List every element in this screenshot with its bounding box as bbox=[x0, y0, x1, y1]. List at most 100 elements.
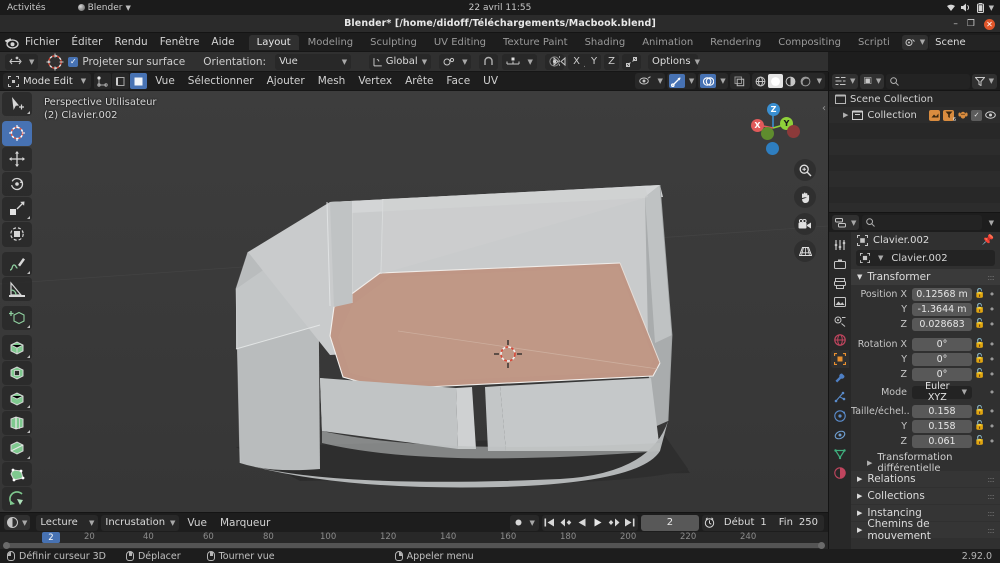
rotation-z-row[interactable]: Z 0° 🔓 • bbox=[851, 367, 1000, 381]
overlays-group[interactable]: ▼ bbox=[698, 73, 728, 89]
spin-tool[interactable] bbox=[2, 486, 32, 511]
timeline-menu-vue[interactable]: Vue bbox=[182, 517, 212, 529]
scale-y-row[interactable]: Y 0.158 🔓 • bbox=[851, 419, 1000, 433]
auto-keying-button[interactable]: ▼ bbox=[509, 514, 539, 531]
animate-dot-icon[interactable]: • bbox=[988, 318, 996, 331]
material-tab-icon[interactable] bbox=[831, 464, 849, 482]
face-select-button[interactable] bbox=[130, 73, 148, 89]
menu-rendu[interactable]: Rendu bbox=[108, 33, 153, 52]
lock-icon[interactable]: 🔓 bbox=[974, 304, 985, 314]
poly-build-tool[interactable] bbox=[2, 461, 32, 486]
animate-dot-icon[interactable]: • bbox=[988, 368, 996, 381]
bevel-tool[interactable] bbox=[2, 385, 32, 410]
animate-dot-icon[interactable]: • bbox=[988, 338, 996, 351]
lock-icon[interactable]: 🔓 bbox=[974, 436, 985, 446]
scale-z-value[interactable]: 0.061 bbox=[912, 434, 972, 448]
gizmo-axis-neg-y[interactable] bbox=[761, 127, 774, 140]
animate-dot-icon[interactable]: • bbox=[988, 420, 996, 433]
timeline-editor-type-icon[interactable]: ▼ bbox=[4, 515, 31, 530]
wireframe-shading-button[interactable] bbox=[753, 74, 768, 88]
play-reverse-icon[interactable] bbox=[574, 515, 590, 531]
animate-dot-icon[interactable]: • bbox=[988, 353, 996, 366]
window-controls[interactable]: – ❐ ✕ bbox=[953, 15, 995, 33]
rotation-x-value[interactable]: 0° bbox=[912, 337, 972, 351]
panel-collections[interactable]: ▶ Collections :::: bbox=[851, 488, 1000, 504]
lock-icon[interactable]: 🔓 bbox=[974, 406, 985, 416]
system-clock[interactable]: 22 avril 11:55 bbox=[0, 3, 1000, 13]
maximize-button[interactable]: ❐ bbox=[967, 19, 975, 29]
pivot-point-dropdown[interactable]: ▼ bbox=[439, 53, 472, 70]
visibility-dropdown[interactable]: ▼ bbox=[635, 73, 665, 89]
pan-hand-icon[interactable] bbox=[794, 186, 816, 208]
grid-ortho-icon[interactable] bbox=[794, 240, 816, 262]
active-tool-icon[interactable]: ▼ bbox=[5, 53, 39, 70]
lock-icon[interactable]: 🔓 bbox=[974, 289, 985, 299]
viewport-menu-arete[interactable]: Arête bbox=[400, 72, 438, 91]
gizmo-icon[interactable] bbox=[668, 74, 685, 88]
scale-y-value[interactable]: 0.158 bbox=[912, 419, 972, 433]
vertex-select-button[interactable] bbox=[94, 73, 112, 89]
animate-dot-icon[interactable]: • bbox=[988, 288, 996, 301]
move-tool[interactable] bbox=[2, 146, 32, 171]
position-x-row[interactable]: Position X 0.12568 m 🔓 • bbox=[851, 287, 1000, 301]
add-cube-tool[interactable] bbox=[2, 306, 32, 331]
chevron-down-icon[interactable]: ▼ bbox=[989, 219, 997, 227]
outliner-display-mode[interactable]: ▣ ▼ bbox=[860, 73, 885, 89]
viewport-3d[interactable]: Perspective Utilisateur (2) Clavier.002 … bbox=[0, 91, 828, 512]
mirror-icon[interactable] bbox=[553, 56, 566, 67]
overlay-icon[interactable] bbox=[700, 74, 717, 88]
tab-layout[interactable]: Layout bbox=[248, 34, 299, 50]
material-preview-button[interactable] bbox=[783, 74, 798, 88]
tab-compositing[interactable]: Compositing bbox=[770, 35, 849, 50]
select-mode-group[interactable] bbox=[94, 73, 148, 89]
viewport-menu-face[interactable]: Face bbox=[441, 72, 475, 91]
keying-dropdown[interactable]: Incrustation ▼ bbox=[101, 514, 180, 531]
lock-icon[interactable]: 🔓 bbox=[974, 319, 985, 329]
panel-transformer[interactable]: ▼ Transformer :::: bbox=[851, 269, 1000, 285]
tab-texture-paint[interactable]: Texture Paint bbox=[495, 35, 576, 50]
monkey-icon[interactable] bbox=[957, 110, 968, 121]
outliner-search-input[interactable] bbox=[886, 73, 970, 89]
tab-modeling[interactable]: Modeling bbox=[300, 35, 362, 50]
outliner-filter-icon[interactable]: ▼ bbox=[971, 73, 997, 89]
tab-sculpting[interactable]: Sculpting bbox=[362, 35, 425, 50]
snap-toggle-button[interactable] bbox=[479, 53, 499, 70]
tab-animation[interactable]: Animation bbox=[634, 35, 701, 50]
timeline-menu-marqueur[interactable]: Marqueur bbox=[215, 517, 275, 529]
outliner-row-scene-collection[interactable]: Scene Collection bbox=[829, 91, 1000, 107]
jump-end-icon[interactable] bbox=[622, 515, 638, 531]
rotation-y-row[interactable]: Y 0° 🔓 • bbox=[851, 352, 1000, 366]
transform-orientation-group[interactable]: Global ▼ bbox=[369, 53, 432, 70]
physics-tab-icon[interactable] bbox=[831, 407, 849, 425]
panel-delta-transform[interactable]: ▶ Transformation différentielle bbox=[851, 452, 1000, 474]
lock-icon[interactable]: 🔓 bbox=[974, 354, 985, 364]
tab-rendering[interactable]: Rendering bbox=[702, 35, 769, 50]
modifier-tab-icon[interactable] bbox=[831, 369, 849, 387]
system-tray[interactable]: ▼ bbox=[946, 2, 994, 13]
loop-cut-tool[interactable] bbox=[2, 411, 32, 436]
animate-dot-icon[interactable]: • bbox=[988, 435, 996, 448]
object-name-field[interactable]: ▼ Clavier.002 bbox=[856, 250, 995, 266]
transform-orientation-dropdown[interactable]: Global ▼ bbox=[369, 53, 432, 70]
scene-tab-icon[interactable] bbox=[831, 312, 849, 330]
tool-tab-icon[interactable] bbox=[831, 236, 849, 254]
position-y-value[interactable]: -1.3644 m bbox=[912, 302, 972, 316]
menu-editer[interactable]: Éditer bbox=[65, 33, 108, 52]
menu-fichier[interactable]: Fichier bbox=[19, 33, 65, 52]
tweak-tool[interactable] bbox=[2, 92, 32, 117]
extrude-region-tool[interactable] bbox=[2, 335, 32, 360]
prev-keyframe-icon[interactable] bbox=[558, 515, 574, 531]
use-preview-range-icon[interactable] bbox=[702, 515, 718, 531]
timeline-scrollbar[interactable] bbox=[3, 542, 825, 549]
viewport-menu-mesh[interactable]: Mesh bbox=[313, 72, 351, 91]
play-icon[interactable] bbox=[590, 515, 606, 531]
scale-z-row[interactable]: Z 0.061 🔓 • bbox=[851, 434, 1000, 448]
tab-uv-editing[interactable]: UV Editing bbox=[426, 35, 494, 50]
lock-icon[interactable]: 🔓 bbox=[974, 339, 985, 349]
close-button[interactable]: ✕ bbox=[984, 18, 995, 30]
viewport-menu-selectionner[interactable]: Sélectionner bbox=[183, 72, 259, 91]
transform-tool[interactable] bbox=[2, 222, 32, 247]
solid-shading-button[interactable] bbox=[767, 74, 783, 88]
viewport-menu-uv[interactable]: UV bbox=[478, 72, 503, 91]
viewport-render[interactable] bbox=[0, 91, 828, 512]
